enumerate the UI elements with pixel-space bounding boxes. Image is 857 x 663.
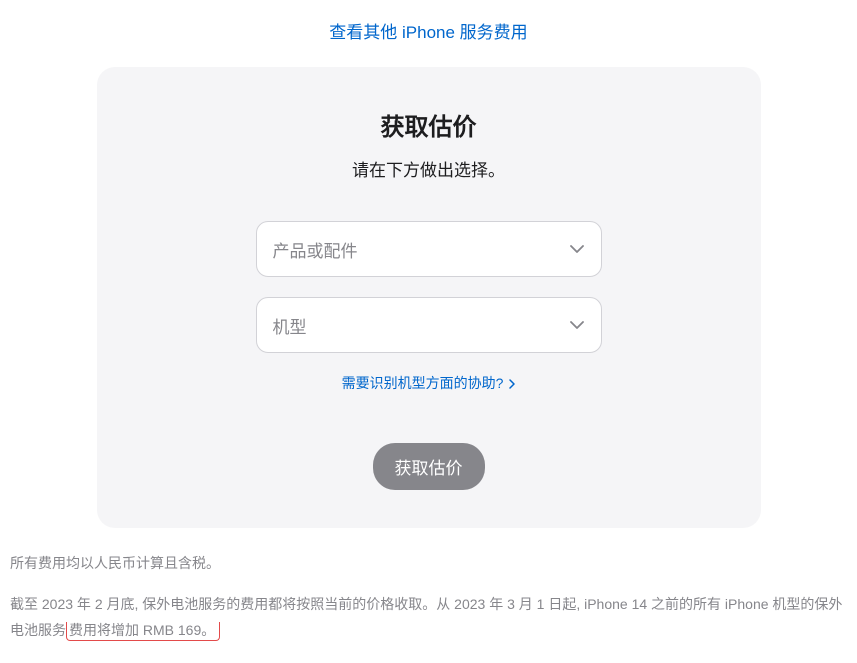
footnote-tax: 所有费用均以人民币计算且含税。 <box>10 550 847 577</box>
identify-model-help-link[interactable]: 需要识别机型方面的协助? <box>342 375 516 391</box>
help-link-label: 需要识别机型方面的协助? <box>342 375 504 391</box>
get-estimate-button[interactable]: 获取估价 <box>373 443 485 490</box>
chevron-right-icon <box>509 376 515 392</box>
card-title: 获取估价 <box>147 107 711 142</box>
view-other-services-link[interactable]: 查看其他 iPhone 服务费用 <box>329 23 527 42</box>
estimate-card: 获取估价 请在下方做出选择。 产品或配件 机型 需要识别机型方面的协助? 获取估… <box>97 67 761 528</box>
help-link-wrap: 需要识别机型方面的协助? <box>147 373 711 393</box>
model-select-wrap: 机型 <box>256 297 602 353</box>
footnotes: 所有费用均以人民币计算且含税。 截至 2023 年 2 月底, 保外电池服务的费… <box>0 528 857 644</box>
product-select[interactable]: 产品或配件 <box>256 221 602 277</box>
model-select[interactable]: 机型 <box>256 297 602 353</box>
card-subtitle: 请在下方做出选择。 <box>147 156 711 181</box>
price-increase-highlight: 费用将增加 RMB 169。 <box>66 622 220 641</box>
top-services-link-wrap: 查看其他 iPhone 服务费用 <box>0 0 857 67</box>
footnote-price-change: 截至 2023 年 2 月底, 保外电池服务的费用都将按照当前的价格收取。从 2… <box>10 591 847 644</box>
product-select-wrap: 产品或配件 <box>256 221 602 277</box>
